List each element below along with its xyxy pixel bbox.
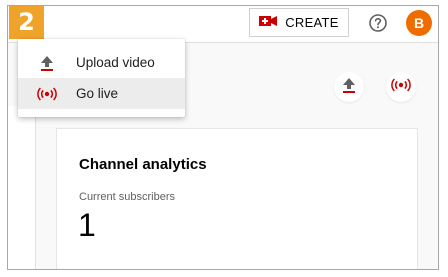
live-icon	[18, 86, 76, 101]
help-icon[interactable]	[366, 11, 390, 35]
upload-video-action-button[interactable]	[334, 72, 364, 102]
card-title: Channel analytics	[79, 156, 207, 173]
upload-icon	[18, 55, 76, 71]
live-icon	[391, 77, 411, 97]
channel-analytics-card: Channel analytics Current subscribers 1	[56, 128, 418, 269]
menu-item-go-live[interactable]: Go live	[18, 78, 185, 109]
menu-item-label: Go live	[76, 86, 119, 101]
studio-window: 2 CREATE B Channel analytics Current sub…	[7, 5, 439, 270]
subscribers-label: Current subscribers	[79, 191, 175, 203]
subscribers-count: 1	[78, 207, 96, 243]
menu-item-label: Upload video	[76, 55, 155, 70]
top-bar: 2 CREATE B	[8, 6, 438, 43]
go-live-action-button[interactable]	[386, 72, 416, 102]
upload-icon	[342, 77, 356, 98]
step-number-badge: 2	[9, 6, 44, 39]
video-camera-icon	[259, 15, 278, 30]
sidebar-edge	[8, 106, 36, 269]
account-avatar[interactable]: B	[406, 10, 432, 36]
create-button-label: CREATE	[285, 15, 339, 30]
create-dropdown-menu: Upload video Go live	[18, 39, 185, 117]
create-button[interactable]: CREATE	[249, 8, 349, 37]
menu-item-upload-video[interactable]: Upload video	[18, 47, 185, 78]
